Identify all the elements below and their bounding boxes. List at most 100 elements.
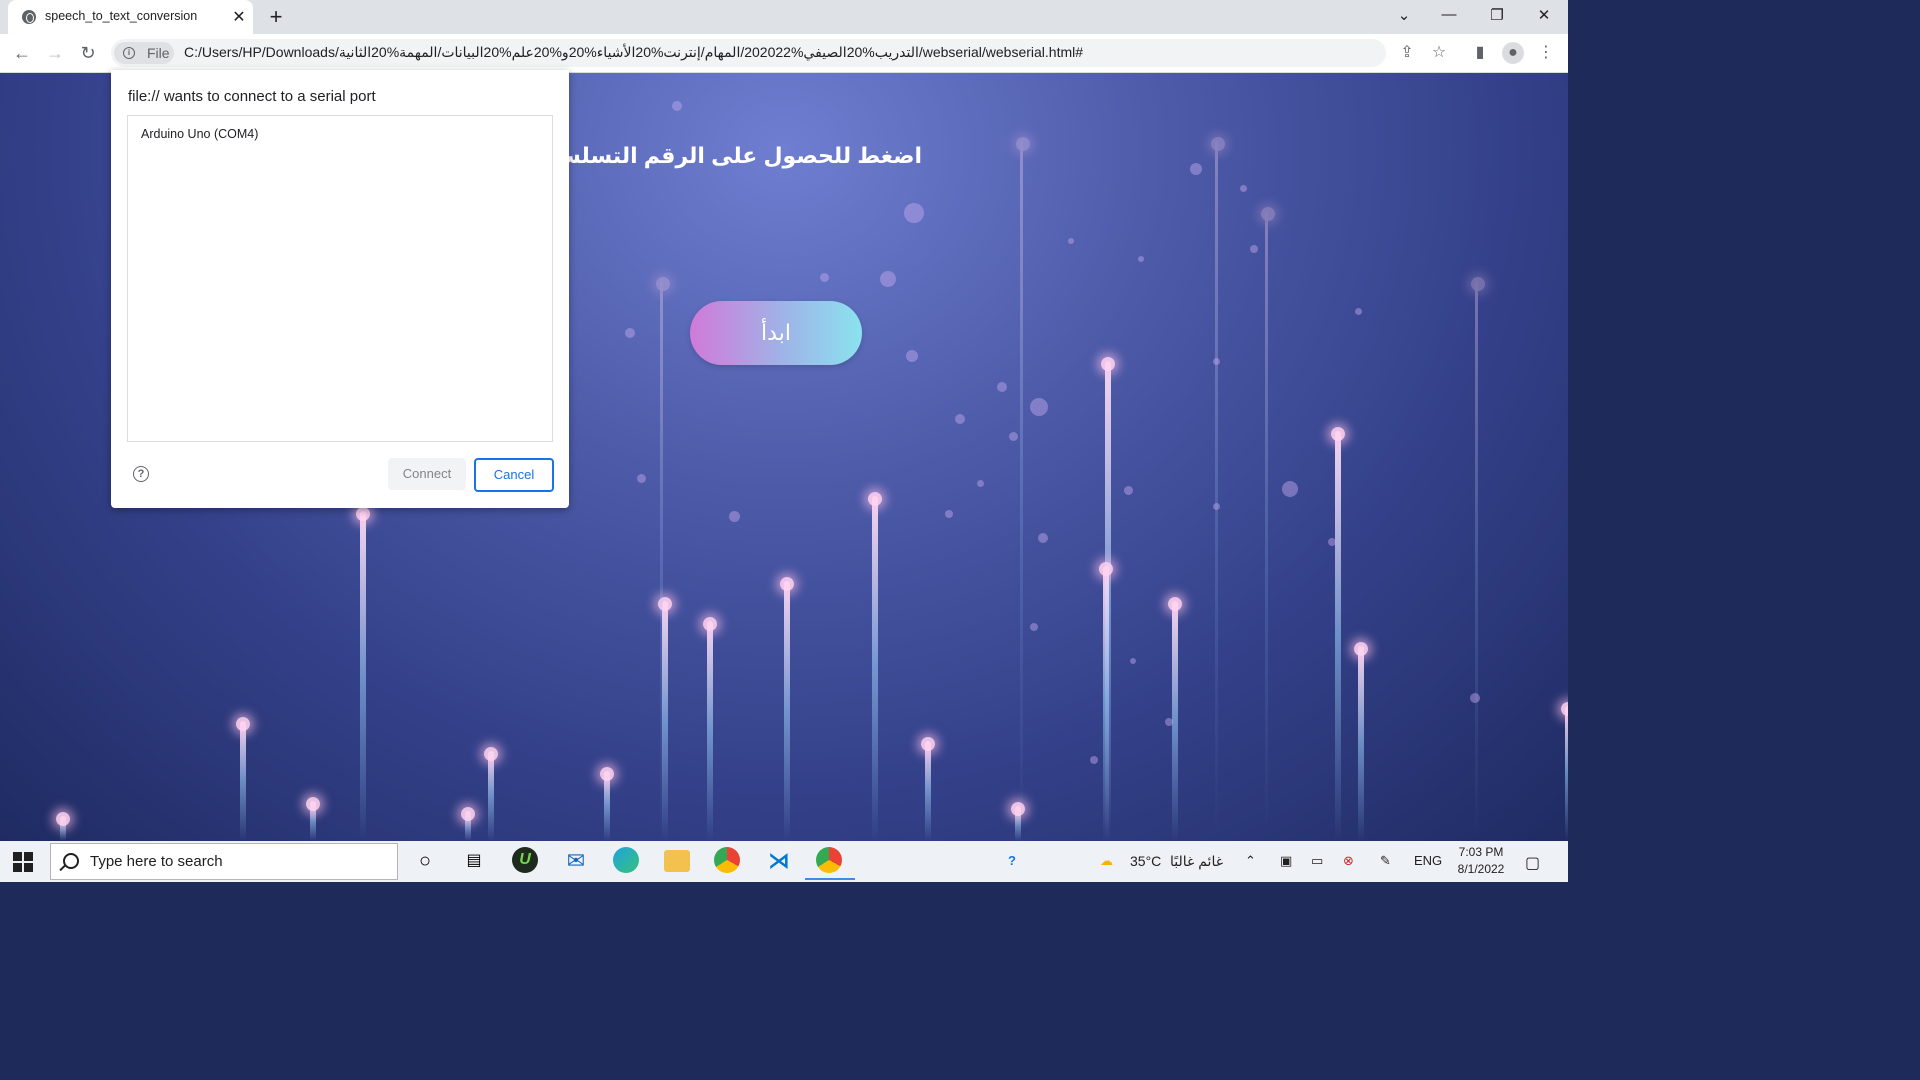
cortana-icon[interactable]: ○ [411, 847, 439, 875]
clock-time: 7:03 PM [1458, 845, 1504, 859]
light-beam [484, 747, 498, 841]
light-beam [1471, 277, 1485, 841]
browser-toolbar: ← → ↻ i File C:/Users/HP/Downloads/التدر… [0, 34, 1568, 73]
reload-icon[interactable]: ↻ [75, 40, 101, 66]
bokeh-dot [672, 101, 682, 111]
bokeh-dot [997, 382, 1007, 392]
upwork-icon[interactable]: U [512, 847, 538, 873]
kebab-menu-icon[interactable]: ⋮ [1535, 42, 1557, 64]
search-icon [63, 853, 79, 869]
bokeh-dot [1240, 185, 1247, 192]
bokeh-dot [729, 511, 740, 522]
site-info-label: File [147, 45, 170, 61]
profile-icon[interactable]: ● [1502, 42, 1524, 64]
bokeh-dot [955, 414, 965, 424]
forward-arrow-icon[interactable]: → [42, 40, 68, 66]
light-beam [1016, 137, 1030, 841]
port-list: Arduino Uno (COM4) [127, 115, 553, 442]
bokeh-dot [637, 474, 646, 483]
bokeh-dot [1124, 486, 1133, 495]
notification-icon[interactable]: ▢ [1525, 853, 1540, 873]
chrome-active-icon[interactable] [805, 847, 855, 880]
file-explorer-icon[interactable] [664, 850, 690, 872]
tab-close-icon[interactable]: ✕ [230, 7, 248, 27]
light-beam [56, 812, 70, 841]
light-beam [780, 577, 794, 841]
star-icon[interactable]: ☆ [1428, 42, 1450, 64]
taskbar-search-box[interactable]: Type here to search [50, 843, 398, 880]
bokeh-dot [904, 203, 924, 223]
weather-description[interactable]: غائم غالبًا [1170, 853, 1223, 870]
light-beam [1099, 562, 1113, 841]
bokeh-dot [1038, 533, 1048, 543]
page-heading: اضغط للحصول على الرقم التسلسلي [560, 143, 922, 168]
pen-icon[interactable]: ✎ [1380, 853, 1391, 869]
browser-tab[interactable]: speech_to_text_conversion ✕ [8, 0, 253, 34]
site-info-chip[interactable]: i File [114, 42, 174, 64]
cancel-button[interactable]: Cancel [474, 458, 554, 492]
bokeh-dot [906, 350, 918, 362]
light-beam [461, 807, 475, 841]
start-button[interactable]: ابدأ [690, 301, 862, 365]
bokeh-dot [1165, 718, 1173, 726]
bokeh-dot [945, 510, 953, 518]
light-beam [306, 797, 320, 841]
port-list-item[interactable]: Arduino Uno (COM4) [141, 127, 258, 141]
address-bar[interactable]: i File C:/Users/HP/Downloads/التدريب%20ا… [111, 39, 1386, 67]
side-panel-icon[interactable]: ▮ [1469, 42, 1491, 64]
light-beam [600, 767, 614, 841]
light-beam [868, 492, 882, 841]
chevron-up-icon[interactable]: ⌃ [1245, 853, 1256, 869]
restore-button[interactable]: ❐ [1486, 6, 1508, 24]
light-beam [1354, 642, 1368, 841]
bokeh-dot [1030, 398, 1048, 416]
meet-now-icon[interactable]: ▣ [1280, 853, 1292, 869]
windows-start-icon[interactable] [13, 852, 33, 872]
tab-search-icon[interactable]: ⌄ [1393, 6, 1415, 24]
bokeh-dot [1213, 358, 1220, 365]
info-icon: i [123, 47, 135, 59]
light-beam [356, 507, 370, 841]
bokeh-dot [1090, 756, 1098, 764]
clock-date: 8/1/2022 [1457, 862, 1505, 876]
bokeh-dot [1355, 308, 1362, 315]
close-window-button[interactable]: ✕ [1533, 6, 1555, 24]
url-text[interactable]: C:/Users/HP/Downloads/التدريب%20الصيفي%2… [184, 44, 1083, 61]
battery-icon[interactable]: ▭ [1311, 853, 1323, 869]
globe-favicon-icon [22, 10, 36, 24]
light-beam [703, 617, 717, 841]
bokeh-dot [1250, 245, 1258, 253]
light-beam [656, 277, 670, 841]
language-indicator[interactable]: ENG [1414, 853, 1442, 868]
edge-icon[interactable] [613, 847, 639, 873]
bokeh-dot [625, 328, 635, 338]
bokeh-dot [1282, 481, 1298, 497]
chrome-icon[interactable] [714, 847, 740, 873]
help-icon[interactable]: ? [133, 466, 149, 482]
weather-icon[interactable]: ☁ [1100, 853, 1113, 869]
bokeh-dot [977, 480, 984, 487]
vscode-icon[interactable]: ⋊ [765, 847, 793, 875]
light-beam [921, 737, 935, 841]
system-clock[interactable]: 7:03 PM 8/1/2022 [1448, 844, 1514, 878]
share-icon[interactable]: ⇪ [1396, 42, 1418, 64]
tab-strip: speech_to_text_conversion ✕ + ⌄ — ❐ ✕ [0, 0, 1568, 34]
windows-taskbar: Type here to search ○ ▤ U ✉ ⋊ ? ☁ 35°C غ… [0, 841, 1568, 882]
network-disconnected-icon[interactable]: ⊗ [1343, 853, 1354, 869]
mail-icon[interactable]: ✉ [562, 847, 590, 875]
minimize-button[interactable]: — [1438, 6, 1460, 23]
help-tray-icon[interactable]: ? [1008, 853, 1016, 868]
weather-temperature[interactable]: 35°C [1130, 853, 1161, 869]
bokeh-dot [1030, 623, 1038, 631]
light-beam [1331, 427, 1345, 841]
back-arrow-icon[interactable]: ← [9, 40, 35, 66]
light-beam [1261, 207, 1275, 841]
dialog-title: file:// wants to connect to a serial por… [128, 88, 376, 105]
tab-title: speech_to_text_conversion [45, 9, 198, 23]
task-view-icon[interactable]: ▤ [460, 847, 488, 875]
new-tab-button[interactable]: + [265, 4, 287, 30]
connect-button[interactable]: Connect [388, 458, 466, 490]
bokeh-dot [820, 273, 829, 282]
bokeh-dot [880, 271, 896, 287]
search-placeholder: Type here to search [90, 853, 223, 870]
